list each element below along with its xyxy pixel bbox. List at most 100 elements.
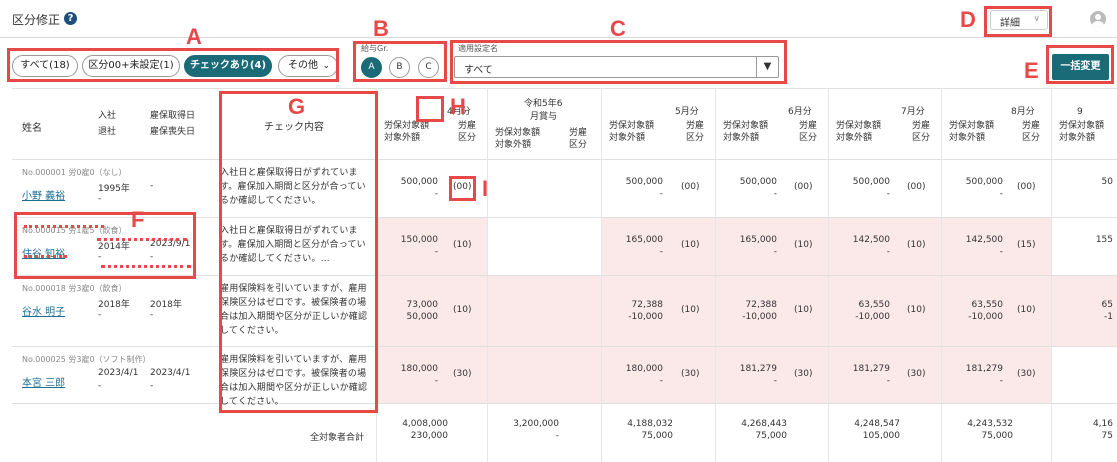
bulk-change-button[interactable]: 一括変更 [1052,54,1109,80]
kubun-value[interactable]: (30) [907,369,925,379]
bonus-pink-cell [487,275,601,403]
amount-value: 142,500 [965,235,1003,245]
filter-tab-all[interactable]: すべて(18) [12,55,78,77]
amount-value: 50 [1101,177,1113,187]
detail-dropdown[interactable]: 詳細 ∨ [990,10,1048,30]
question-icon[interactable]: ? [64,12,77,25]
month-label: 令和5年6 [524,99,563,109]
kbn-a-label: 労雇 [1022,121,1041,131]
annotation-dashed-line [24,225,104,228]
kubun-value[interactable]: (30) [794,369,812,379]
kubun-value[interactable]: (10) [453,305,471,315]
kubun-value[interactable]: (10) [907,240,925,250]
amount-value: 181,279 [739,364,777,374]
amount-b-label: 対象外額 [1059,133,1096,143]
amount-sub-value: - [886,189,890,199]
filter-tab-checked[interactable]: チェックあり(4) [184,55,272,77]
amount-sub-value: -10,000 [855,312,890,322]
check-content: 雇用保険料を引いていますが、雇用保険区分はゼロです。被保険者の場合は加入期間や区… [220,284,368,336]
amount-sub-value: - [659,376,663,386]
kubun-value[interactable]: (30) [681,369,699,379]
header-leave: 退社 [98,127,117,137]
kyuyo-group-b[interactable]: B [389,57,410,78]
month-label: 6月分 [788,107,812,117]
employee-ins-lose: - [150,381,154,391]
check-content: 雇用保険料を引いていますが、雇用保険区分はゼロです。被保険者の場合は加入期間や区… [220,355,368,407]
header-ins-get: 雇保取得日 [150,111,196,121]
filter-tab-other[interactable]: その他 ⌄ [278,55,338,77]
month-label: 9 [1077,107,1083,117]
filter-tab-label: すべて(18) [20,60,70,71]
kubun-value[interactable]: (30) [453,369,471,379]
total-sub-amount: 75,000 [755,431,788,441]
apply-setting-select[interactable]: すべて ▼ [454,56,779,78]
month-label: 5月分 [675,107,699,117]
amount-value: 500,000 [400,177,438,187]
header-check: チェック内容 [264,122,324,133]
amount-value: 180,000 [625,364,663,374]
employee-meta: No.000001 労0雇0（なし） [22,168,127,177]
amount-sub-value: - [434,247,438,257]
row-divider [12,346,1117,347]
kubun-value[interactable]: (00) [453,182,471,192]
amount-value: 500,000 [965,177,1003,187]
chevron-down-icon: ⌄ [322,61,330,71]
kubun-value[interactable]: (15) [1017,240,1035,250]
amount-b-label: 対象外額 [495,140,532,150]
kubun-value[interactable]: (00) [1017,182,1035,192]
filter-tab-unset[interactable]: 区分00+未設定(1) [82,55,180,77]
employee-name-link[interactable]: 谷水 明子 [22,303,65,318]
kubun-value[interactable]: (10) [1017,305,1035,315]
month-label: 7月分 [901,107,925,117]
header-join: 入社 [98,111,117,121]
amount-value: 500,000 [852,177,890,187]
kubun-value[interactable]: (10) [453,240,471,250]
filter-tab-label: その他 [288,60,318,71]
kyuyo-group-a[interactable]: A [361,57,382,78]
amount-sub-value: - [999,189,1003,199]
col9-empty-cell [1051,217,1117,275]
kubun-value[interactable]: (10) [681,240,699,250]
header-ins-lose: 雇保喪失日 [150,127,196,137]
kubun-value[interactable]: (10) [794,305,812,315]
amount-value: 500,000 [739,177,777,187]
employee-name-link[interactable]: 本宮 三郎 [22,374,65,389]
amount-a-label: 労保対象額 [723,121,769,131]
amount-sub-value: - [434,189,438,199]
employee-leave: - [98,310,102,320]
annotation-letter-c: C [610,16,626,41]
kbn-a-label: 労雇 [799,121,818,131]
detail-dropdown-label: 詳細 [1000,18,1020,29]
employee-name-link[interactable]: 小野 義裕 [22,187,65,202]
kubun-value[interactable]: (30) [1017,369,1035,379]
employee-join: 2023/4/1 [98,368,139,378]
total-sub-amount: 75,000 [981,431,1014,441]
total-amount: 4,248,547 [854,419,900,429]
total-sub-amount: 230,000 [410,431,448,441]
user-avatar-icon[interactable] [1090,11,1106,27]
row-divider [12,88,1117,89]
employee-join: 1995年 [98,184,130,194]
kubun-value[interactable]: (10) [681,305,699,315]
kyuyo-group-c[interactable]: C [418,57,439,78]
amount-sub-value: - [999,247,1003,257]
kubun-value[interactable]: (00) [794,182,812,192]
kubun-value[interactable]: (00) [907,182,925,192]
employee-leave: - [98,194,102,204]
annotation-letter-f: F [131,207,145,232]
kubun-value[interactable]: (00) [681,182,699,192]
amount-b-label: 対象外額 [949,133,986,143]
apply-setting-label: 適用設定名 [458,44,498,53]
employee-ins-get: - [150,181,154,191]
amount-value: 63,550 [858,300,891,310]
total-amount: 3,200,000 [513,419,559,429]
header-name: 姓名 [22,123,42,134]
kubun-value[interactable]: (10) [907,305,925,315]
amount-value: 181,279 [852,364,890,374]
kubun-value[interactable]: (10) [794,240,812,250]
col-divider [828,88,829,462]
amount-value: 72,388 [631,300,664,310]
amount-a-label: 労保対象額 [384,121,430,131]
employee-ins-lose: - [150,310,154,320]
amount-value: 65 [1101,300,1113,310]
